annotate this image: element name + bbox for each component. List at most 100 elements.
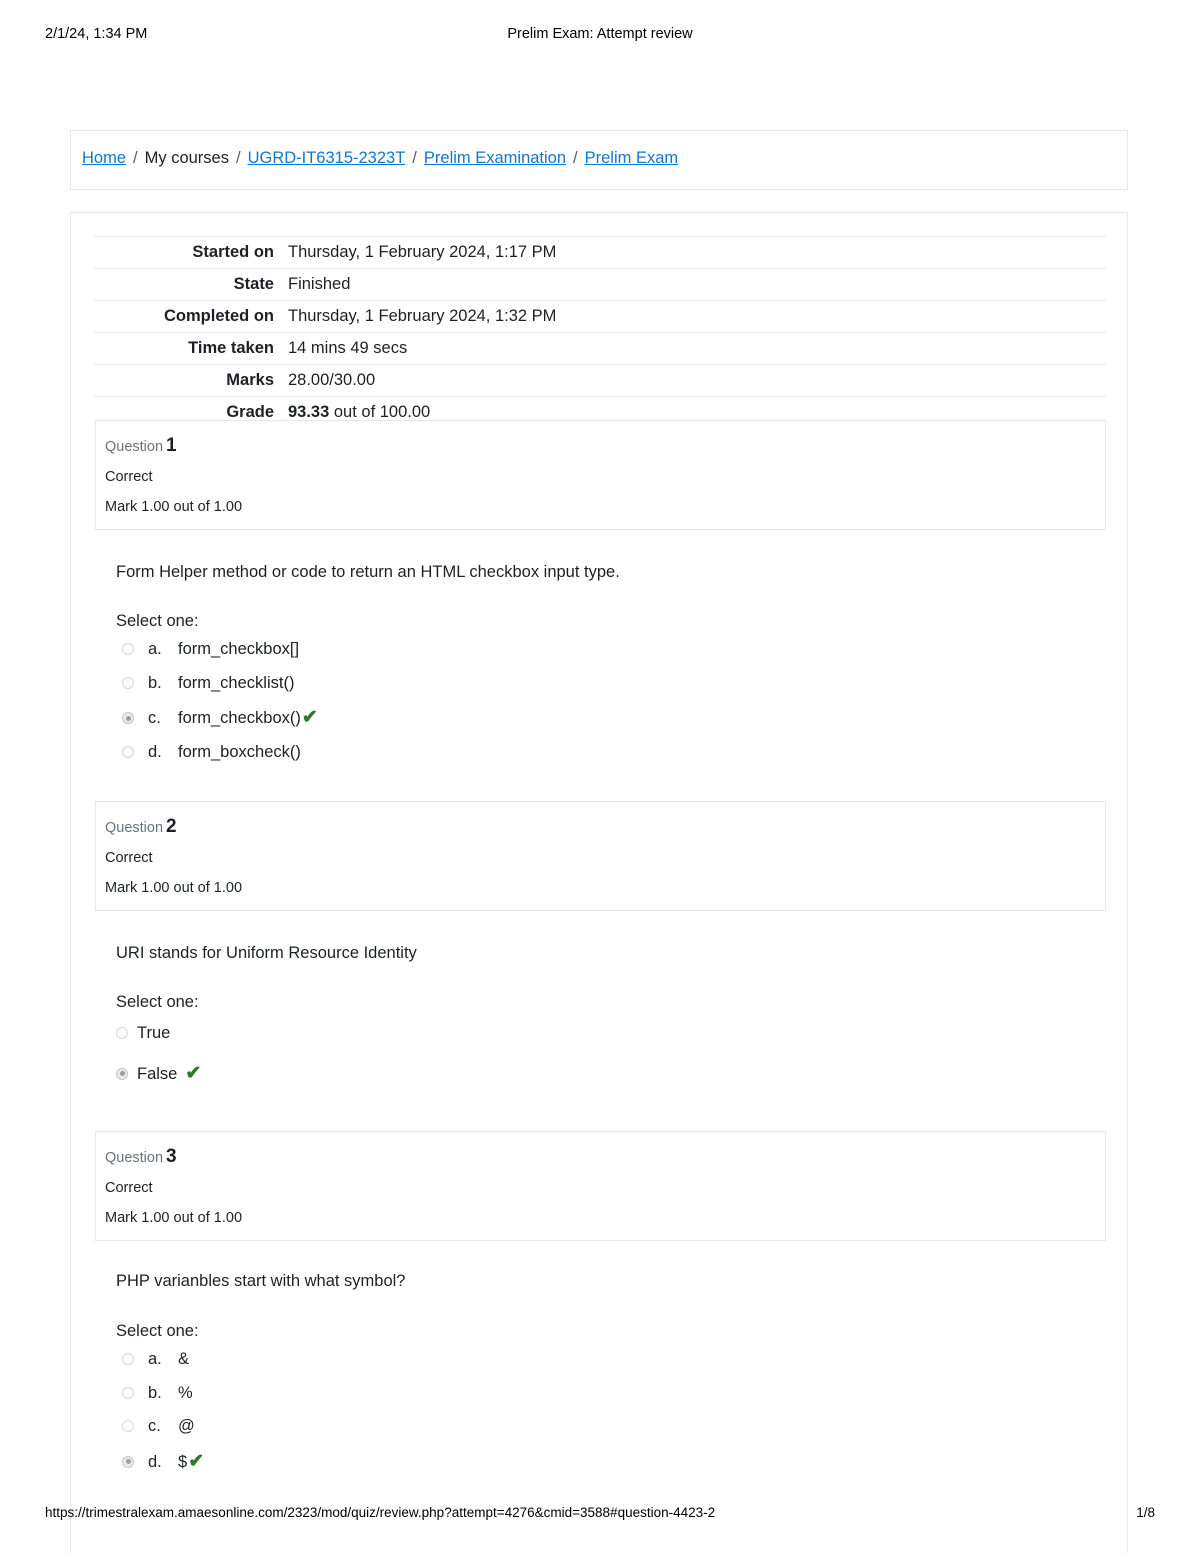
answer-text: False [137,1064,178,1083]
radio-button[interactable] [122,643,134,655]
grade-score: 93.33 [288,403,330,421]
answer-text: form_boxcheck() [178,743,301,761]
print-header: 2/1/24, 1:34 PM Prelim Exam: Attempt rev… [0,26,1200,48]
answer-letter: a. [148,640,162,658]
answer-list: a. & b.% c. @ d. $ ✔ [116,1351,1127,1471]
breadcrumb-item-4[interactable]: Prelim Examination [424,149,566,167]
answer-list: True False ✔ [116,1025,1127,1083]
breadcrumb-item-3[interactable]: UGRD-IT6315-2323T [248,149,406,167]
answer-option[interactable]: b. form_checklist() [122,673,1127,692]
radio-button-selected[interactable] [122,712,134,724]
answer-letter: b. [148,1383,162,1402]
select-one-prompt: Select one: [116,612,199,630]
select-prompt-wrap: Select one: [95,1320,1127,1342]
answer-text: % [178,1383,193,1402]
summary-row: Started on Thursday, 1 February 2024, 1:1… [94,236,1106,269]
answer-option[interactable]: True [116,1025,1127,1042]
question-block: Question 3 Correct Mark 1.00 out of 1.00 [95,1131,1106,1242]
radio-button[interactable] [116,1027,128,1039]
attempt-review-card: Started on Thursday, 1 February 2024, 1:1… [70,212,1128,1553]
question-mark: Mark 1.00 out of 1.00 [105,1209,243,1226]
question-number: Question 1 [105,435,1105,457]
answer-option[interactable]: a. & [122,1351,1127,1368]
breadcrumb-item-2: My courses [144,149,229,167]
question-number-value: 2 [166,816,177,837]
radio-button-selected[interactable] [116,1067,128,1080]
answer-letter: c. [148,709,161,727]
question-number: Question 3 [105,1146,1105,1168]
print-footer: https://trimestralexam.amaesonline.com/2… [0,1505,1200,1527]
answer-options-wrap: a. form_checkbox[] b. form_checklist() c. for… [95,641,1127,761]
select-one-prompt: Select one: [116,993,199,1011]
breadcrumb-separator: / [235,149,241,167]
answer-text: True [137,1024,171,1042]
answer-option[interactable]: c. @ [122,1418,1127,1435]
summary-value: 28.00/30.00 [288,371,376,389]
question-number-value: 3 [166,1146,177,1167]
attempt-summary-table: Started on Thursday, 1 February 2024, 1:1… [94,236,1106,429]
breadcrumb-container: Home / My courses / UGRD-IT6315-2323T / Prelim… [70,130,1128,190]
breadcrumb-separator: / [133,149,138,167]
answer-letter: d. [148,1452,162,1471]
question-state: Correct [105,849,153,866]
answer-option[interactable]: False ✔ [116,1064,1127,1083]
question-mark: Mark 1.00 out of 1.00 [105,498,243,515]
answer-letter: c. [148,1417,161,1435]
question-number-label: Question [105,439,164,455]
answer-letter: a. [148,1350,162,1368]
summary-row: Time taken 14 mins 49 secs [94,332,1106,365]
question-state: Correct [105,1179,153,1196]
answer-list: a. form_checkbox[] b. form_checklist() c. for… [116,641,1127,761]
question-info-box: Question 3 Correct Mark 1.00 out of 1.00 [95,1131,1106,1242]
question-text: URI stands for Uniform Resource Identity [116,944,417,962]
question-text: Form Helper method or code to return an … [116,563,620,581]
answer-option[interactable]: c. form_checkbox() ✔ [122,708,1127,727]
radio-button[interactable] [122,676,134,689]
question-state: Correct [105,468,153,485]
question-block: Question 2 Correct Mark 1.00 out of 1.00 [95,801,1106,912]
question-number-label: Question [105,820,164,836]
answer-text: form_checkbox[] [178,640,300,658]
radio-button[interactable] [122,1353,134,1365]
summary-label: State [233,275,274,293]
grade-outof: out of 100.00 [329,403,431,421]
answer-option[interactable]: b.% [122,1383,1127,1402]
correct-check-icon: ✔ [188,1450,205,1472]
answer-letter: d. [148,743,162,761]
summary-label: Time taken [188,339,274,357]
question-info-box: Question 1 Correct Mark 1.00 out of 1.00 [95,420,1106,531]
answer-text: form_checklist() [178,673,295,692]
question-number: Question 2 [105,816,1105,838]
question-block: Question 1 Correct Mark 1.00 out of 1.00 [95,420,1106,531]
summary-row: Marks 28.00/30.00 [94,364,1106,397]
correct-check-icon: ✔ [301,707,318,728]
print-footer-page: 1/8 [1136,1505,1155,1520]
answer-options-wrap: a. & b.% c. @ d. $ ✔ [95,1351,1127,1471]
answer-text: $ [178,1452,188,1471]
summary-value: Finished [288,275,351,293]
question-info-box: Question 2 Correct Mark 1.00 out of 1.00 [95,801,1106,912]
question-number-value: 1 [166,435,177,456]
summary-value: Thursday, 1 February 2024, 1:32 PM [288,307,557,325]
print-header-title: Prelim Exam: Attempt review [507,26,693,42]
summary-row: Completed on Thursday, 1 February 2024, 1… [94,300,1106,333]
breadcrumb-item-1[interactable]: Home [82,149,126,167]
breadcrumb-item-5[interactable]: Prelim Exam [585,149,679,167]
answer-text: & [178,1350,190,1368]
radio-button[interactable] [122,1420,134,1432]
answer-option[interactable]: d. form_boxcheck() [122,744,1127,761]
select-prompt-wrap: Select one: [95,610,1127,632]
summary-value: 14 mins 49 secs [288,339,408,357]
answer-letter: b. [148,673,162,692]
radio-button[interactable] [122,1386,134,1399]
answer-option[interactable]: d. $ ✔ [122,1452,1127,1471]
radio-button-selected[interactable] [122,1455,134,1468]
select-one-prompt: Select one: [116,1322,199,1340]
print-footer-url: https://trimestralexam.amaesonline.com/2… [45,1505,716,1520]
question-text-wrap: PHP varianbles start with what symbol? [95,1270,1127,1292]
select-prompt-wrap: Select one: [95,991,1127,1013]
radio-button[interactable] [122,746,134,758]
answer-option[interactable]: a. form_checkbox[] [122,641,1127,658]
summary-row: State Finished [94,268,1106,301]
answer-text: form_checkbox() [178,709,301,727]
